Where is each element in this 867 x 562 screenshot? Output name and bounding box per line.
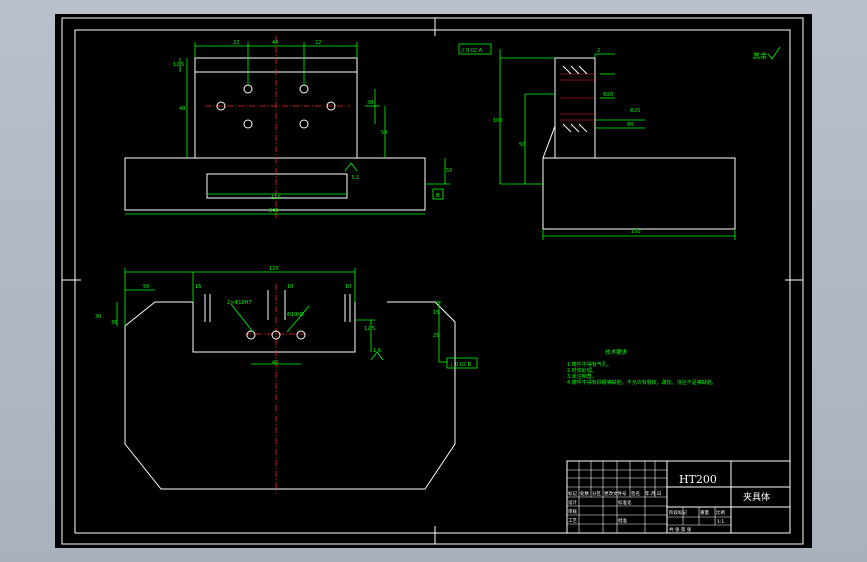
part-name: 夹具体 (743, 491, 770, 503)
side-view-base (542, 157, 736, 230)
tech-req-3: 3.未注倒角。 (567, 373, 597, 380)
front-hole-note-1: 2×Φ10H7 (227, 300, 252, 306)
front-dim-h1: 30 (111, 320, 117, 326)
centering-marks (62, 18, 803, 544)
tech-requirements: 技术要求 1.铸件不得有气孔。 2.时效处理。 3.未注倒角。 4.铸件不得有砂… (567, 348, 717, 386)
dim-overall: 240 (269, 208, 279, 214)
front-fcf: ⊥ 0.02 B (449, 362, 472, 368)
front-dim-s3: 10 (345, 284, 351, 290)
tb-label-mark: 标记 (568, 490, 577, 497)
tb-process: 工艺 (568, 518, 577, 524)
dim-top-mid: 44 (272, 40, 278, 46)
title-block: HT200 夹具体 标记 处数 分区 更改文件号 签名 年.月.日 设计 标准化… (566, 460, 791, 534)
tech-req-2: 2.时效处理。 (567, 367, 597, 374)
front-dim-gap: 50 (143, 284, 149, 290)
front-dim-s2: 10 (287, 284, 293, 290)
tb-scale-value: 1:1 (717, 519, 724, 525)
roughness-1: 3.2 (351, 175, 359, 181)
tb-label-doc: 更改文件号 (604, 490, 627, 497)
side-dim-width: 150 (631, 229, 641, 235)
side-dim-height: 100 (493, 118, 503, 124)
front-hole-note-2: Φ10H7 (287, 312, 304, 318)
front-dim-h2: 15 (433, 310, 439, 316)
front-view-body (124, 301, 456, 490)
drawing-viewport[interactable]: 22 44 22 12.5 48 38 50 110 240 50 B 3.2 (55, 14, 812, 548)
front-view-slot (192, 302, 356, 353)
top-view-base (124, 157, 426, 211)
front-dim-h3: 25 (433, 333, 439, 339)
side-dim-top: 2 (597, 48, 600, 54)
side-dim-c: Φ5 (627, 122, 634, 128)
tb-sheet: 共 张 第 张 (669, 526, 692, 533)
front-dim-slot: 120 (269, 266, 279, 272)
front-roughness: 1.6 (373, 348, 381, 354)
tb-review: 审核 (568, 508, 577, 515)
tb-design: 设计 (568, 499, 577, 506)
datum-b: B (436, 193, 440, 199)
tb-label-sign: 签名 (631, 490, 640, 497)
top-view: 22 44 22 12.5 48 38 50 110 240 50 B 3.2 (124, 36, 452, 219)
side-view-hatch (560, 73, 595, 121)
tb-weight: 重量 (700, 509, 709, 516)
tb-standardize: 标准化 (618, 499, 632, 506)
tb-scale: 比例 (716, 509, 725, 516)
tech-title: 技术要求 (605, 348, 628, 356)
dim-right-a: 38 (367, 100, 373, 106)
tb-label-date: 年.月.日 (645, 490, 661, 497)
tech-req-4: 4.铸件不得有砂眼等缺陷，不允许有裂纹，疏松，浇注不足等缺陷。 (567, 379, 717, 386)
drawing-canvas: 22 44 22 12.5 48 38 50 110 240 50 B 3.2 (61, 17, 804, 545)
dim-right-b: 50 (381, 130, 387, 136)
front-dim-h4: 12.5 (364, 326, 375, 332)
front-view: 30 50 120 16 10 10 30 15 25 12.5 40 2×Φ1… (95, 266, 478, 494)
front-dim-left: 30 (95, 314, 101, 320)
outer-frame (61, 17, 804, 545)
dim-inner: 110 (271, 195, 281, 201)
roughness-note-text: 其余 (753, 51, 767, 60)
dim-top-left: 22 (233, 40, 239, 46)
dim-top-right: 22 (315, 40, 321, 46)
tech-req-1: 1.铸件不得有气孔。 (567, 361, 612, 368)
front-dim-s1: 16 (195, 284, 201, 290)
side-dim-a: Φ20 (603, 92, 613, 98)
side-view: // 0.02 A 2 Φ20 Φ20 Φ5 100 50 150 (458, 43, 736, 240)
tb-label-zone: 分区 (592, 490, 601, 497)
roughness-note: 其余 (753, 46, 781, 60)
front-view-dims (116, 268, 478, 369)
side-view-upright (554, 57, 596, 159)
tb-approve: 批准 (618, 517, 627, 524)
side-dim-mid: 50 (519, 142, 525, 148)
dim-height: 50 (446, 168, 452, 174)
dim-left-height: 48 (179, 106, 185, 112)
cad-screen: 22 44 22 12.5 48 38 50 110 240 50 B 3.2 (0, 0, 867, 562)
front-view-pins (204, 290, 351, 322)
side-dim-b: Φ20 (630, 108, 640, 114)
side-fcf: // 0.02 A (461, 48, 483, 54)
tb-label-count: 处数 (580, 490, 589, 497)
material: HT200 (679, 473, 717, 486)
side-view-dims (458, 43, 736, 240)
dim-left-small: 12.5 (173, 62, 184, 68)
tb-stage-mark: 阶段标记 (669, 509, 687, 516)
front-dim-bottom: 40 (272, 360, 278, 366)
